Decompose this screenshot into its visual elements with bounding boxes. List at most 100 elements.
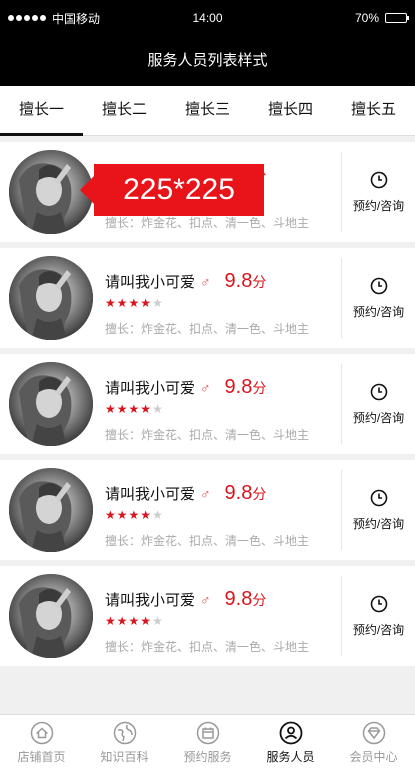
star-icon: ★ (152, 296, 164, 310)
nav-item-1[interactable]: 店铺首页 (0, 715, 83, 771)
nav-label: 店铺首页 (17, 750, 66, 764)
avatar (9, 256, 93, 340)
staff-name: 请叫我小可爱 (105, 486, 196, 503)
staff-skills: 擅长：炸金花、扣点、清一色、斗地主 (105, 640, 310, 654)
score-unit: 分 (252, 274, 267, 290)
page-title: 服务人员列表样式 (147, 52, 268, 69)
staff-skills: 擅长：炸金花、扣点、清一色、斗地主 (105, 428, 310, 442)
star-icon: ★ (105, 508, 117, 522)
clock-icon (370, 171, 387, 188)
staff-card[interactable]: 请叫我小可爱 ♂ 9.8 分 ★★★★★ 擅长：炸金花、扣点、清一色、斗地主 预约/咨询 (0, 460, 415, 560)
nav-item-2[interactable]: 知识百科 (83, 715, 166, 771)
status-bar: 中国移动 14:00 70% (0, 0, 415, 36)
member-icon (362, 721, 386, 745)
book-consult-label: 预约/咨询 (352, 622, 405, 637)
clock-icon (370, 277, 387, 294)
calendar-icon (196, 721, 220, 745)
clock-icon (370, 383, 387, 400)
carrier-label: 中国移动 (52, 11, 101, 26)
male-icon: ♂ (200, 274, 211, 290)
staff-skills: 擅长：炸金花、扣点、清一色、斗地主 (105, 216, 310, 230)
nav-label: 会员中心 (349, 750, 398, 764)
male-icon: ♂ (200, 592, 211, 608)
star-icon: ★ (105, 614, 117, 628)
book-consult-label: 预约/咨询 (352, 516, 405, 531)
star-icon: ★ (152, 508, 164, 522)
male-icon: ♂ (200, 486, 211, 502)
nav-item-5[interactable]: 会员中心 (332, 715, 415, 771)
star-icon: ★ (152, 614, 164, 628)
avatar (9, 362, 93, 446)
nav-label: 预约服务 (183, 750, 232, 764)
star-icon: ★ (105, 402, 117, 416)
staff-list: 请叫我小可爱♂9.8分★★★★★擅长：炸金花、扣点、清一色、斗地主预约/咨询22… (0, 142, 415, 672)
staff-info: 请叫我小可爱♂9.8分★★★★★擅长：炸金花、扣点、清一色、斗地主 (105, 574, 341, 658)
clock-icon (370, 595, 387, 612)
star-icon: ★ (128, 296, 141, 310)
star-rating: ★★★★★ (105, 296, 341, 310)
signal-icon (8, 15, 46, 21)
staff-score: 9.8 (224, 588, 253, 610)
star-rating: ★★★★★ (105, 508, 341, 522)
staff-name: 请叫我小可爱 (105, 380, 196, 397)
star-rating: ★★★★★ (105, 614, 341, 628)
book-consult-label: 预约/咨询 (352, 198, 405, 213)
staff-name: 请叫我小可爱 (105, 592, 196, 609)
staff-score: 9.8 (224, 376, 253, 398)
star-icon: ★ (128, 402, 141, 416)
home-icon (30, 721, 54, 745)
star-icon: ★ (116, 508, 129, 522)
tab-5[interactable]: 擅长五 (332, 86, 415, 135)
bottom-nav: 店铺首页 知识百科 预约服务 服务人员 会员中心 (0, 714, 415, 771)
staff-info: 请叫我小可爱♂9.8分★★★★★擅长：炸金花、扣点、清一色、斗地主 (105, 256, 341, 340)
star-icon: ★ (140, 508, 153, 522)
staff-info: 请叫我小可爱♂9.8分★★★★★擅长：炸金花、扣点、清一色、斗地主 (105, 468, 341, 552)
staff-icon (279, 721, 303, 745)
staff-skills: 擅长：炸金花、扣点、清一色、斗地主 (105, 322, 310, 336)
tab-1[interactable]: 擅长一 (0, 86, 83, 136)
staff-card[interactable]: 请叫我小可爱 ♂ 9.8 分 ★★★★★ 擅长：炸金花、扣点、清一色、斗地主 预约/咨询 (0, 248, 415, 348)
tab-2[interactable]: 擅长二 (83, 86, 166, 135)
star-icon: ★ (140, 402, 153, 416)
avatar (9, 574, 93, 658)
book-consult-button[interactable]: 预约/咨询 (342, 489, 415, 532)
staff-info: 请叫我小可爱♂ 9.8分 ★★★★★ 擅长：炸金花、扣点、清一色、斗地主 (105, 362, 341, 446)
star-icon: ★ (116, 614, 129, 628)
book-consult-button[interactable]: 预约/咨询 (342, 277, 415, 320)
clock-icon (370, 489, 387, 506)
score-unit: 分 (252, 592, 267, 608)
nav-label: 知识百科 (100, 750, 149, 764)
battery-icon (385, 13, 409, 23)
star-icon: ★ (128, 614, 141, 628)
book-consult-label: 预约/咨询 (352, 410, 405, 425)
tab-4[interactable]: 擅长四 (249, 86, 332, 135)
staff-card[interactable]: 请叫我小可爱♂9.8分★★★★★擅长：炸金花、扣点、清一色、斗地主预约/咨询22… (0, 142, 415, 242)
male-icon: ♂ (200, 380, 211, 396)
staff-card[interactable]: 请叫我小可爱 ♂ 9.8 分 ★★★★★ 擅长：炸金花、扣点、清一色、斗地主 预约/咨询 (0, 354, 415, 454)
book-consult-button[interactable]: 预约/咨询 (342, 171, 415, 214)
battery-percent: 70% (354, 11, 379, 25)
nav-item-4[interactable]: 服务人员 (249, 715, 332, 771)
image-size-badge: 225*225 (80, 164, 264, 216)
star-icon: ★ (140, 614, 153, 628)
star-icon: ★ (105, 296, 117, 310)
book-consult-button[interactable]: 预约/咨询 (342, 383, 415, 426)
avatar (9, 468, 93, 552)
globe-icon (113, 721, 137, 745)
tab-3[interactable]: 擅长三 (166, 86, 249, 135)
staff-name: 请叫我小可爱 (105, 274, 196, 291)
staff-score: 9.8 (224, 482, 253, 504)
star-icon: ★ (152, 402, 164, 416)
nav-label: 服务人员 (266, 750, 315, 764)
book-consult-label: 预约/咨询 (352, 304, 405, 319)
staff-card[interactable]: 请叫我小可爱 ♂ 9.8 分 ★★★★★ 擅长：炸金花、扣点、清一色、斗地主 预约/咨询 (0, 566, 415, 666)
star-icon: ★ (128, 508, 141, 522)
score-unit: 分 (252, 486, 267, 502)
top-bar: 中国移动 14:00 70% 服务人员列表样式 (0, 0, 415, 86)
score-unit: 分 (252, 380, 267, 396)
star-icon: ★ (140, 296, 153, 310)
star-rating: ★★★★★ (105, 402, 341, 416)
book-consult-button[interactable]: 预约/咨询 (342, 595, 415, 638)
staff-skills: 擅长：炸金花、扣点、清一色、斗地主 (105, 534, 310, 548)
nav-item-3[interactable]: 预约服务 (166, 715, 249, 771)
